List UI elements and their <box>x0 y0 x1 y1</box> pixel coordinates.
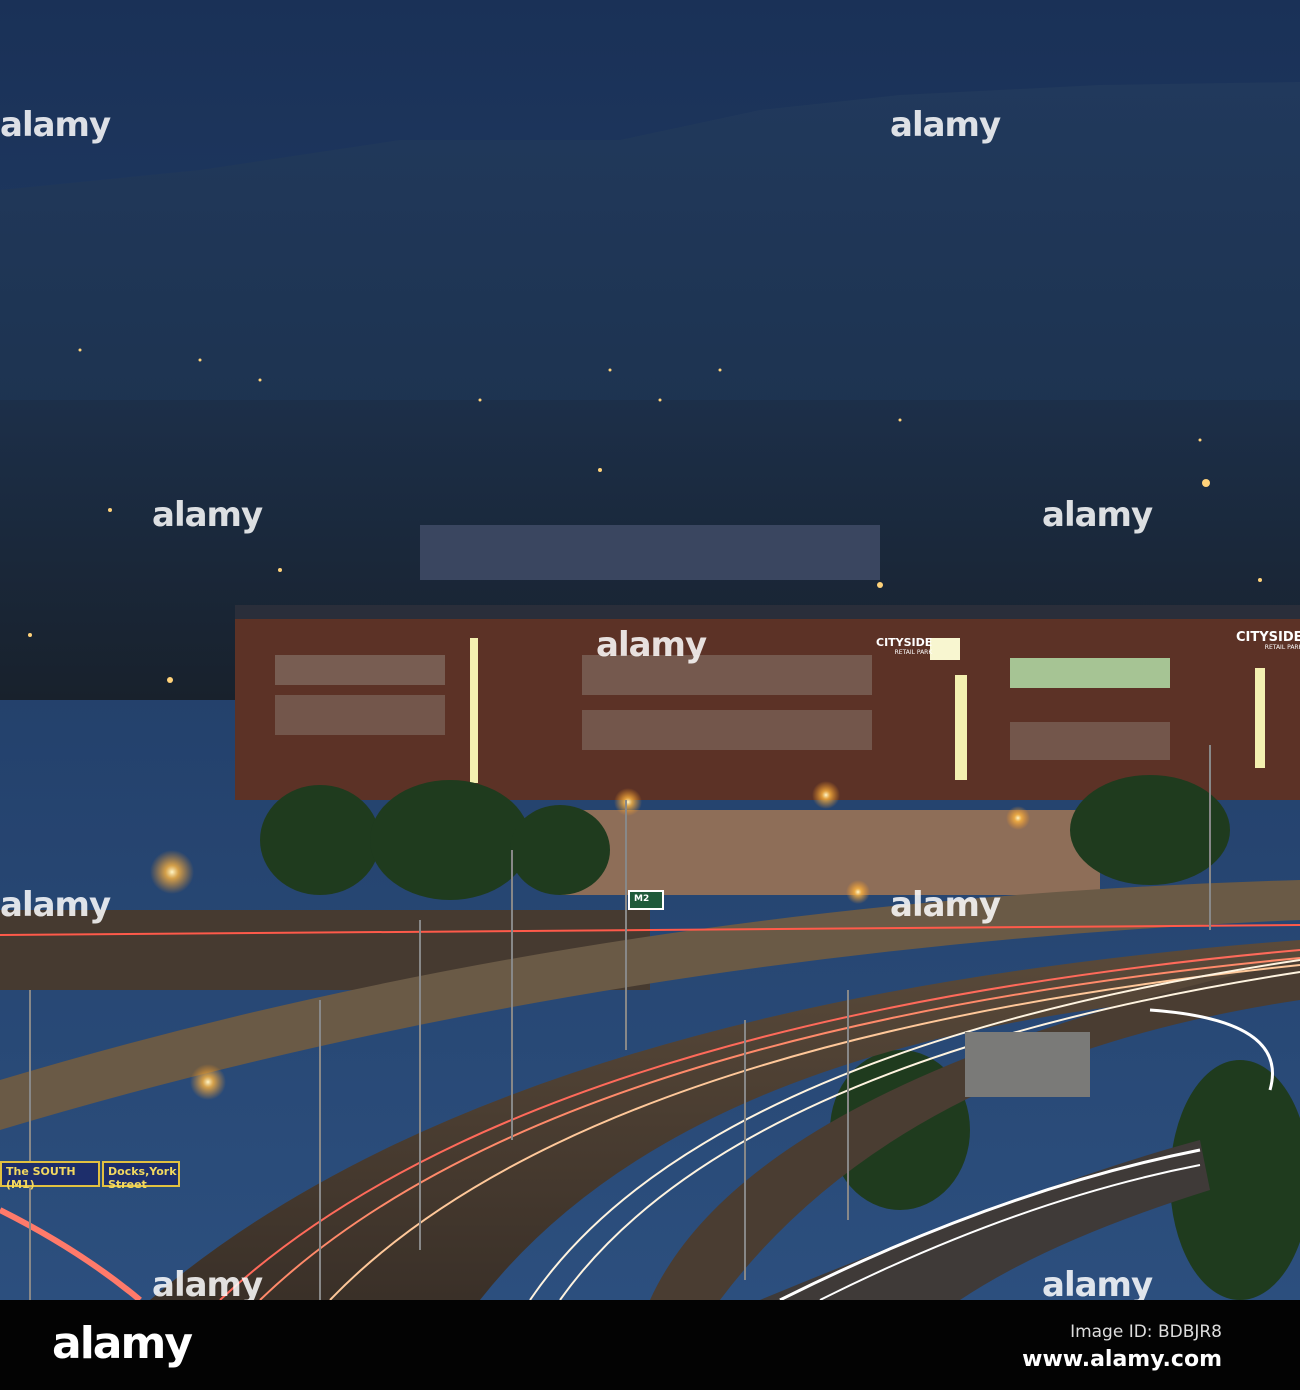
watermark: alamy <box>0 105 111 145</box>
watermark: alamy <box>1042 1265 1153 1305</box>
watermark: alamy <box>890 885 1001 925</box>
road-sign-docks: Docks,York Street <box>102 1161 180 1191</box>
watermark: alamy <box>0 885 111 925</box>
image-id: Image ID: BDBJR8 <box>1070 1322 1222 1342</box>
watermark: alamy <box>152 1265 263 1305</box>
footer-bar: alamy Image ID: BDBJR8 www.alamy.com <box>0 1300 1300 1390</box>
watermark: alamy <box>152 495 263 535</box>
cityside-subtitle: RETAIL PARK <box>894 649 933 656</box>
watermark: alamy <box>1042 495 1153 535</box>
cityside-building <box>235 605 1300 800</box>
watermark: alamy <box>890 105 1001 145</box>
road-sign-south: The SOUTH (M1) <box>0 1161 100 1191</box>
cityside-sign: CITYSIDE RETAIL PARK <box>876 637 933 658</box>
alamy-logo: alamy <box>52 1318 193 1369</box>
website-link: www.alamy.com <box>1022 1347 1222 1372</box>
watermark: alamy <box>596 625 707 665</box>
cityside-sign-2: CITYSIDE RETAIL PARK <box>1236 631 1300 653</box>
gantry-sign <box>965 1032 1090 1097</box>
road-sign-m2: M2 <box>628 890 664 910</box>
warehouse <box>420 525 880 580</box>
